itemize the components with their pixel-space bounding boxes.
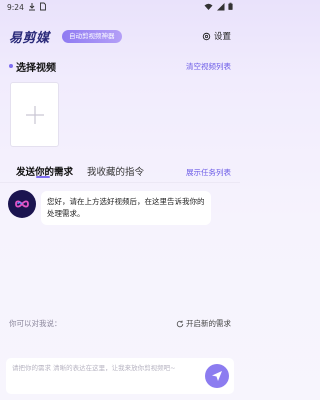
send-icon — [212, 371, 222, 381]
clear-video-list-link[interactable]: 清空视频列表 — [186, 61, 231, 72]
hint-label: 你可以对我说： — [9, 319, 62, 328]
status-bar: 9:24 — [0, 0, 240, 14]
signal-icon — [217, 3, 225, 11]
section-dot — [9, 64, 13, 68]
tab-favorite-commands[interactable]: 我收藏的指令 — [87, 164, 144, 178]
gear-icon — [202, 32, 211, 40]
tab-indicator — [36, 176, 50, 178]
battery-icon — [228, 2, 233, 10]
select-video-section: 选择视频 清空视频列表 — [0, 59, 240, 74]
download-icon — [29, 3, 35, 11]
sim-card-icon — [40, 2, 46, 11]
wifi-icon — [204, 3, 213, 10]
assistant-avatar — [8, 190, 36, 218]
status-right-icons — [204, 2, 233, 11]
send-button[interactable] — [205, 364, 229, 388]
infinity-logo-icon — [15, 200, 29, 208]
refresh-icon — [176, 320, 184, 327]
plus-icon — [26, 106, 44, 124]
app-logo: 易剪媒 — [9, 31, 50, 46]
new-request-button[interactable]: 开启新的需求 — [176, 318, 231, 329]
divider — [0, 182, 240, 183]
suggestion-row: 你可以对我说： 开启新的需求 — [0, 318, 240, 330]
show-task-list-link[interactable]: 展示任务列表 — [186, 167, 231, 178]
app-badge: 自动剪视频神器 — [62, 30, 122, 43]
settings-button[interactable]: 设置 — [202, 30, 231, 42]
add-video-button[interactable] — [10, 82, 59, 147]
status-time: 9:24 — [7, 3, 24, 12]
app-header: 易剪媒 自动剪视频神器 设置 — [0, 24, 240, 48]
assistant-message: 您好，请在上方选好视频后，在这里告诉我你的处理需求。 — [41, 191, 211, 225]
new-request-label: 开启新的需求 — [186, 319, 231, 328]
section-title: 选择视频 — [16, 63, 56, 74]
settings-label: 设置 — [213, 32, 231, 42]
composer — [6, 358, 234, 394]
request-input[interactable] — [12, 363, 197, 389]
status-left-icons — [28, 2, 47, 11]
tab-bar: 发送你的需求 我收藏的指令 展示任务列表 — [0, 164, 240, 178]
